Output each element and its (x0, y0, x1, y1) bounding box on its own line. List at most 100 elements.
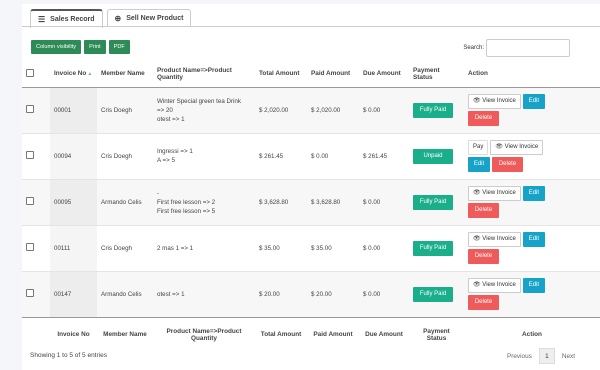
next-page-button[interactable]: Next (555, 348, 582, 364)
total-amount: $ 2,020.00 (255, 86, 307, 133)
invoice-no: 00147 (50, 270, 97, 317)
view-invoice-button[interactable]: 👁 View Invoice (468, 94, 521, 109)
product-list: otest => 1 (153, 270, 255, 317)
product-line: First free lesson => 2 (157, 198, 216, 206)
status-badge: Fully Paid (413, 286, 453, 302)
view-invoice-button[interactable]: 👁 View Invoice (490, 140, 544, 155)
row-actions: 👁 View Invoice Edit Delete (468, 185, 568, 219)
row-checkbox[interactable] (26, 196, 34, 205)
view-invoice-button[interactable]: 👁 View Invoice (468, 232, 521, 247)
invoice-no: 00094 (50, 132, 97, 179)
pay-button[interactable]: Pay (468, 140, 489, 155)
tab-sell-new-product[interactable]: ⊕ Sell New Product (106, 9, 192, 27)
due-amount: $ 0.00 (359, 86, 409, 133)
footer-paid-amount: Paid Amount (307, 316, 359, 352)
product-line: Winter Special green tea Drink (157, 97, 241, 105)
product-line: otest => 1 (157, 290, 185, 298)
table-row: 00001 Cris Doegh Winter Special green te… (22, 86, 600, 133)
footer-payment-status: Payment Status (409, 316, 464, 352)
member-name: Cris Doegh (97, 132, 153, 179)
table-footer-row: Invoice No Member Name Product Name=>Pro… (22, 316, 600, 352)
row-actions: 👁 View Invoice Edit Delete (468, 93, 568, 127)
search-label: Search: (463, 45, 484, 51)
status-badge: Fully Paid (413, 240, 453, 256)
row-checkbox[interactable] (26, 150, 34, 159)
footer-invoice-no: Invoice No (50, 316, 97, 352)
sales-table: Invoice No▲ Member Name Product Name=>Pr… (22, 61, 600, 352)
product-line: First free lesson => 5 (157, 207, 216, 215)
paid-amount: $ 35.00 (307, 224, 359, 271)
tab-divider (22, 26, 600, 27)
paid-amount: $ 2,020.00 (307, 86, 359, 133)
paid-amount: $ 0.00 (307, 132, 359, 179)
total-amount: $ 35.00 (255, 224, 307, 271)
pdf-button[interactable]: PDF (108, 40, 130, 54)
status-badge: Fully Paid (413, 194, 453, 210)
footer-total-amount: Total Amount (255, 316, 307, 352)
previous-page-button[interactable]: Previous (500, 348, 539, 364)
col-payment-status[interactable]: Payment Status (409, 61, 464, 88)
table-row: 00095 Armando Celis - First free lesson … (22, 178, 600, 225)
col-total-amount[interactable]: Total Amount (255, 61, 307, 88)
product-list: Ingressi => 1 A => 5 (153, 132, 255, 179)
col-paid-amount[interactable]: Paid Amount (307, 61, 359, 88)
total-amount: $ 261.45 (255, 132, 307, 179)
export-toolbar: Column visibility Print PDF (31, 40, 133, 54)
edit-button[interactable]: Edit (468, 157, 490, 172)
due-amount: $ 0.00 (359, 178, 409, 225)
due-amount: $ 0.00 (359, 224, 409, 271)
member-name: Cris Doegh (97, 224, 153, 271)
col-invoice-no[interactable]: Invoice No▲ (50, 61, 97, 88)
view-invoice-button[interactable]: 👁 View Invoice (468, 278, 521, 293)
delete-button[interactable]: Delete (492, 157, 523, 172)
print-button[interactable]: Print (84, 40, 106, 54)
product-list: Winter Special green tea Drink => 20 ote… (153, 86, 255, 133)
page-1-button[interactable]: 1 (538, 348, 555, 364)
col-product[interactable]: Product Name=>Product Quantity (153, 61, 255, 88)
row-checkbox[interactable] (26, 288, 34, 297)
sort-asc-icon: ▲ (87, 71, 93, 78)
edit-button[interactable]: Edit (522, 278, 545, 293)
delete-button[interactable]: Delete (468, 249, 499, 264)
invoice-no: 00095 (50, 178, 97, 225)
search-area: Search: (463, 39, 570, 57)
delete-button[interactable]: Delete (468, 203, 499, 218)
member-name: Cris Doegh (97, 86, 153, 133)
col-member-name[interactable]: Member Name (97, 61, 153, 88)
edit-button[interactable]: Edit (522, 186, 545, 201)
eye-icon: 👁 (473, 190, 483, 196)
row-actions: Pay 👁 View Invoice Edit Delete (468, 139, 568, 173)
eye-icon: 👁 (473, 98, 483, 104)
edit-button[interactable]: Edit (522, 232, 545, 247)
total-amount: $ 3,628.80 (255, 178, 307, 225)
row-checkbox[interactable] (26, 242, 34, 251)
column-visibility-button[interactable]: Column visibility (31, 40, 82, 54)
footer-product: Product Name=>Product Quantity (153, 316, 255, 352)
edit-button[interactable]: Edit (522, 94, 545, 109)
col-action: Action (464, 61, 600, 88)
row-checkbox[interactable] (26, 104, 34, 113)
col-due-amount[interactable]: Due Amount (359, 61, 409, 88)
footer-member-name: Member Name (97, 316, 153, 352)
delete-button[interactable]: Delete (468, 111, 499, 126)
invoice-no: 00001 (50, 86, 97, 133)
table-row: 00147 Armando Celis otest => 1 $ 20.00 $… (22, 270, 600, 317)
total-amount: $ 20.00 (255, 270, 307, 317)
status-badge: Fully Paid (413, 102, 453, 118)
footer-due-amount: Due Amount (359, 316, 409, 352)
view-invoice-button[interactable]: 👁 View Invoice (468, 186, 521, 201)
sales-panel: ☰ Sales Record ⊕ Sell New Product Column… (22, 4, 600, 370)
invoice-no: 00111 (50, 224, 97, 271)
search-input[interactable] (486, 39, 570, 57)
status-badge: Unpaid (413, 148, 453, 164)
paid-amount: $ 3,628.80 (307, 178, 359, 225)
member-name: Armando Celis (97, 178, 153, 225)
due-amount: $ 261.45 (359, 132, 409, 179)
delete-button[interactable]: Delete (468, 295, 499, 310)
list-icon: ☰ (38, 15, 46, 24)
member-name: Armando Celis (97, 270, 153, 317)
select-all-checkbox[interactable] (26, 68, 34, 77)
eye-icon: 👁 (495, 144, 505, 150)
plus-circle-icon: ⊕ (114, 14, 122, 23)
paid-amount: $ 20.00 (307, 270, 359, 317)
